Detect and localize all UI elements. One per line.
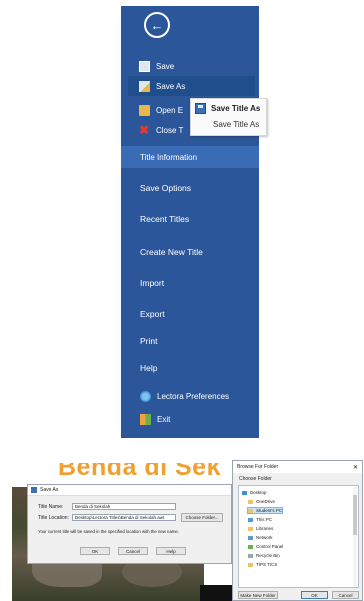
save-title-as-description: Save Title As — [213, 120, 260, 129]
menu-item-label: Save As — [156, 81, 186, 91]
folder-icon — [248, 508, 253, 513]
dialog-title: Browse For Folder — [237, 464, 279, 470]
menu-item-label: Save — [156, 61, 175, 71]
title-location-label: Title Location: — [38, 515, 69, 521]
tree-item-control-panel[interactable]: Control Panel — [248, 544, 283, 549]
dialog-titlebar: Browse For Folder ✕ — [233, 461, 362, 473]
save-as-dialog: Save As Title Name: Benda di Sekolah Tit… — [27, 484, 232, 564]
floppy-icon — [139, 60, 150, 72]
network-icon — [248, 535, 253, 540]
browse-instruction: Choose Folder — [239, 476, 272, 482]
desktop-icon — [242, 490, 247, 495]
tab-print[interactable]: Print — [140, 336, 157, 346]
title-name-field[interactable]: Benda di Sekolah — [72, 503, 176, 510]
scrollbar-thumb[interactable] — [353, 495, 357, 535]
tree-item-desktop[interactable]: Desktop — [242, 490, 267, 495]
library-icon — [248, 526, 253, 531]
tree-item-libraries[interactable]: Libraries — [248, 526, 273, 531]
exit-icon — [140, 413, 151, 425]
tree-item-this-pc[interactable]: This PC — [248, 517, 272, 522]
title-name-label: Title Name: — [38, 504, 64, 510]
save-as-icon — [139, 80, 150, 92]
browse-for-folder-dialog: Browse For Folder ✕ Choose Folder Deskto… — [232, 460, 363, 601]
tab-create-new-title[interactable]: Create New Title — [140, 247, 203, 257]
tab-label: Title Information — [140, 152, 198, 162]
slide-title-text: Benda di Sek — [58, 463, 221, 481]
recycle-bin-icon — [248, 553, 253, 558]
tree-item-tips-tics[interactable]: TIPS TICS — [248, 562, 277, 567]
title-location-field[interactable]: Desktop\Lectora Titles\Benda di Sekolah.… — [72, 514, 176, 521]
tab-recent-titles[interactable]: Recent Titles — [140, 214, 189, 224]
menu-item-label: Exit — [157, 414, 171, 424]
tab-help[interactable]: Help — [140, 363, 157, 373]
menu-item-label: Close T — [156, 125, 184, 135]
menu-item-label: Lectora Preferences — [157, 391, 230, 401]
dialog-note: Your current title will be saved in the … — [38, 529, 179, 534]
globe-icon — [140, 390, 151, 402]
menu-item-exit[interactable]: Exit — [121, 409, 259, 429]
tab-import[interactable]: Import — [140, 278, 164, 288]
folder-icon — [248, 562, 253, 567]
tab-export[interactable]: Export — [140, 309, 165, 319]
app-icon — [31, 487, 37, 493]
computer-icon — [248, 517, 253, 522]
folder-icon — [248, 499, 253, 504]
close-x-icon: ✖ — [139, 122, 150, 137]
back-arrow-icon: ← — [150, 17, 164, 33]
tree-item-network[interactable]: Network — [248, 535, 273, 540]
make-new-folder-button[interactable]: Make New Folder — [238, 591, 278, 599]
menu-item-save-as[interactable]: Save As — [128, 76, 255, 96]
tab-title-information[interactable]: Title Information — [121, 146, 259, 168]
floppy-icon — [195, 103, 206, 114]
menu-item-label: Open E — [156, 105, 184, 115]
menu-item-save[interactable]: Save — [121, 56, 259, 76]
cancel-button[interactable]: Cancel — [118, 547, 148, 555]
help-button[interactable]: Help — [156, 547, 186, 555]
ok-button[interactable]: OK — [301, 591, 328, 599]
option-label: Save Title As — [211, 104, 261, 113]
close-icon[interactable]: ✕ — [353, 464, 358, 471]
dialog-titlebar: Save As — [28, 485, 231, 496]
control-panel-icon — [248, 544, 253, 549]
folder-tree[interactable]: Desktop OneDrive Student's PC This PC Li… — [238, 485, 359, 588]
ok-button[interactable]: OK — [80, 547, 110, 555]
back-arrow-button[interactable]: ← — [144, 12, 170, 38]
backstage-menu: ← Save Save As Open E ✖ Close T Title In… — [121, 6, 259, 438]
tree-item-recycle-bin[interactable]: Recycle Bin — [248, 553, 280, 558]
tab-save-options[interactable]: Save Options — [140, 183, 191, 193]
save-as-submenu: Save Title As Save Title As — [190, 98, 267, 136]
cancel-button[interactable]: Cancel — [332, 591, 359, 599]
tree-scrollbar[interactable] — [353, 487, 357, 586]
dialog-title: Save As — [40, 487, 59, 493]
choose-folder-button[interactable]: Choose Folder... — [181, 513, 223, 522]
menu-item-lectora-preferences[interactable]: Lectora Preferences — [121, 386, 259, 406]
open-folder-icon — [139, 104, 150, 116]
tree-item-students-pc[interactable]: Student's PC — [246, 507, 284, 514]
tree-item-onedrive[interactable]: OneDrive — [248, 499, 275, 504]
save-title-as-option[interactable]: Save Title As — [195, 103, 260, 114]
